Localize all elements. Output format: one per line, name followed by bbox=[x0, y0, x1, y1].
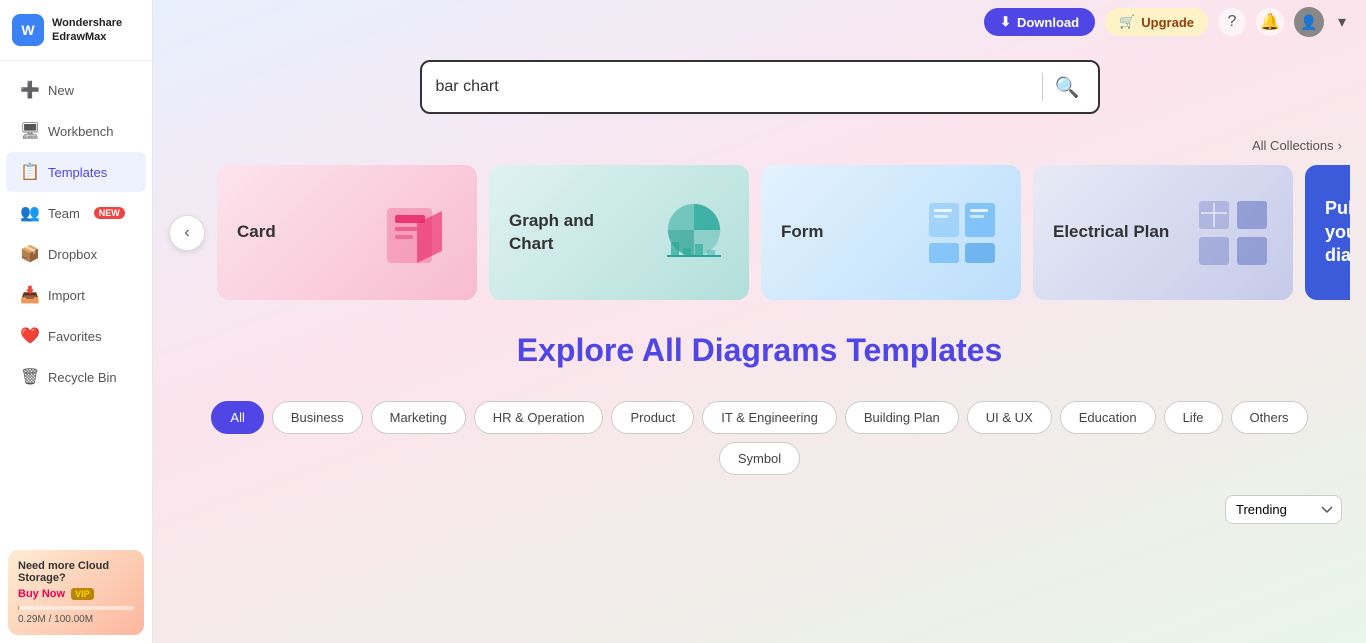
account-chevron-icon[interactable]: ▾ bbox=[1334, 8, 1350, 36]
carousel-card-card[interactable]: Card bbox=[217, 165, 477, 300]
new-badge: NEW bbox=[94, 207, 125, 219]
carousel-track: Card Graph and Chart bbox=[217, 165, 1350, 300]
filter-pill-it-engineering[interactable]: IT & Engineering bbox=[702, 401, 837, 434]
all-collections-link[interactable]: All Collections › bbox=[1252, 138, 1342, 153]
carousel-card-form[interactable]: Form bbox=[761, 165, 1021, 300]
sidebar-item-new[interactable]: ➕ New bbox=[6, 70, 146, 110]
explore-title: Explore All Diagrams Templates bbox=[177, 332, 1342, 369]
carousel-section: ‹ Card Graph and Chart bbox=[153, 165, 1366, 300]
sidebar-item-label-team: Team bbox=[48, 206, 80, 221]
card-card-label: Card bbox=[237, 221, 276, 243]
storage-title: Need more Cloud Storage? bbox=[18, 560, 134, 584]
sidebar-item-label-favorites: Favorites bbox=[48, 329, 101, 344]
logo-icon: W bbox=[12, 14, 44, 46]
filter-pill-marketing[interactable]: Marketing bbox=[371, 401, 466, 434]
sidebar-item-label-new: New bbox=[48, 83, 74, 98]
sidebar-item-dropbox[interactable]: 📦 Dropbox bbox=[6, 234, 146, 274]
filter-pill-business[interactable]: Business bbox=[272, 401, 363, 434]
filter-pill-building-plan[interactable]: Building Plan bbox=[845, 401, 959, 434]
sidebar-item-team[interactable]: 👥 Team NEW bbox=[6, 193, 146, 233]
sidebar-item-label-workbench: Workbench bbox=[48, 124, 114, 139]
storage-bar bbox=[18, 606, 134, 610]
sidebar-item-templates[interactable]: 📋 Templates bbox=[6, 152, 146, 192]
carousel-card-electrical-plan[interactable]: Electrical Plan bbox=[1033, 165, 1293, 300]
filter-pill-life[interactable]: Life bbox=[1164, 401, 1223, 434]
new-icon: ➕ bbox=[20, 80, 38, 100]
notifications-button[interactable]: 🔔 bbox=[1256, 8, 1284, 36]
sort-select[interactable]: Trending Newest Most Popular bbox=[1225, 495, 1342, 524]
team-icon: 👥 bbox=[20, 203, 38, 223]
app-logo: W Wondershare EdrawMax bbox=[0, 0, 152, 61]
avatar[interactable]: 👤 bbox=[1294, 7, 1324, 37]
sidebar-item-label-dropbox: Dropbox bbox=[48, 247, 97, 262]
import-icon: 📥 bbox=[20, 285, 38, 305]
graph-chart-icon bbox=[659, 198, 729, 268]
storage-widget: Need more Cloud Storage? Buy Now VIP 0.2… bbox=[8, 550, 144, 635]
graph-chart-label: Graph and Chart bbox=[509, 210, 629, 254]
filter-pill-hr-operation[interactable]: HR & Operation bbox=[474, 401, 604, 434]
download-button[interactable]: ⬇ Download bbox=[984, 8, 1095, 36]
sort-row: Trending Newest Most Popular bbox=[153, 491, 1366, 536]
collections-header: All Collections › bbox=[153, 138, 1366, 165]
dropbox-icon: 📦 bbox=[20, 244, 38, 264]
sidebar-item-favorites[interactable]: ❤️ Favorites bbox=[6, 316, 146, 356]
topbar: ⬇ Download 🛒 Upgrade ? 🔔 👤 ▾ bbox=[153, 0, 1366, 44]
filter-pill-education[interactable]: Education bbox=[1060, 401, 1156, 434]
recycle-bin-icon: 🗑 bbox=[20, 367, 38, 387]
form-label: Form bbox=[781, 221, 824, 243]
sidebar: W Wondershare EdrawMax ➕ New 🖥 Workbench… bbox=[0, 0, 153, 643]
card-card-icon bbox=[377, 193, 457, 273]
chevron-right-icon: › bbox=[1338, 138, 1342, 153]
filter-pill-product[interactable]: Product bbox=[611, 401, 694, 434]
explore-section: Explore All Diagrams Templates bbox=[153, 300, 1366, 385]
search-input[interactable] bbox=[436, 78, 1034, 96]
sidebar-nav: ➕ New 🖥 Workbench 📋 Templates 👥 Team NEW… bbox=[0, 61, 152, 542]
carousel-card-publish[interactable]: Publishyourdiagram ➤ bbox=[1305, 165, 1350, 300]
help-button[interactable]: ? bbox=[1218, 8, 1246, 36]
publish-text: Publishyourdiagram bbox=[1325, 197, 1350, 267]
electrical-plan-label: Electrical Plan bbox=[1053, 221, 1169, 243]
sidebar-item-label-templates: Templates bbox=[48, 165, 107, 180]
sidebar-item-workbench[interactable]: 🖥 Workbench bbox=[6, 111, 146, 151]
filter-pill-ui-ux[interactable]: UI & UX bbox=[967, 401, 1052, 434]
sidebar-item-import[interactable]: 📥 Import bbox=[6, 275, 146, 315]
filter-pill-all[interactable]: All bbox=[211, 401, 263, 434]
cart-icon: 🛒 bbox=[1119, 14, 1135, 30]
search-divider bbox=[1042, 73, 1043, 101]
app-name: Wondershare EdrawMax bbox=[52, 16, 122, 45]
download-icon: ⬇ bbox=[1000, 14, 1011, 30]
search-box: 🔍 bbox=[420, 60, 1100, 114]
carousel-prev-button[interactable]: ‹ bbox=[169, 215, 205, 251]
form-icon bbox=[921, 193, 1001, 273]
sidebar-item-label-recycle-bin: Recycle Bin bbox=[48, 370, 117, 385]
main-content: ⬇ Download 🛒 Upgrade ? 🔔 👤 ▾ 🔍 All Colle… bbox=[153, 0, 1366, 643]
sidebar-item-recycle-bin[interactable]: 🗑 Recycle Bin bbox=[6, 357, 146, 397]
favorites-icon: ❤️ bbox=[20, 326, 38, 346]
carousel-card-graph-chart[interactable]: Graph and Chart bbox=[489, 165, 749, 300]
templates-icon: 📋 bbox=[20, 162, 38, 182]
buy-now-link[interactable]: Buy Now bbox=[18, 588, 65, 600]
electrical-plan-icon bbox=[1193, 193, 1273, 273]
filter-pill-symbol[interactable]: Symbol bbox=[719, 442, 800, 475]
upgrade-button[interactable]: 🛒 Upgrade bbox=[1105, 8, 1208, 36]
filter-row: All Business Marketing HR & Operation Pr… bbox=[153, 385, 1366, 491]
storage-numbers: 0.29M / 100.00M bbox=[18, 614, 134, 625]
search-button[interactable]: 🔍 bbox=[1051, 71, 1084, 104]
workbench-icon: 🖥 bbox=[20, 121, 38, 141]
sidebar-item-label-import: Import bbox=[48, 288, 85, 303]
filter-pill-others[interactable]: Others bbox=[1231, 401, 1308, 434]
vip-badge: VIP bbox=[71, 588, 94, 600]
